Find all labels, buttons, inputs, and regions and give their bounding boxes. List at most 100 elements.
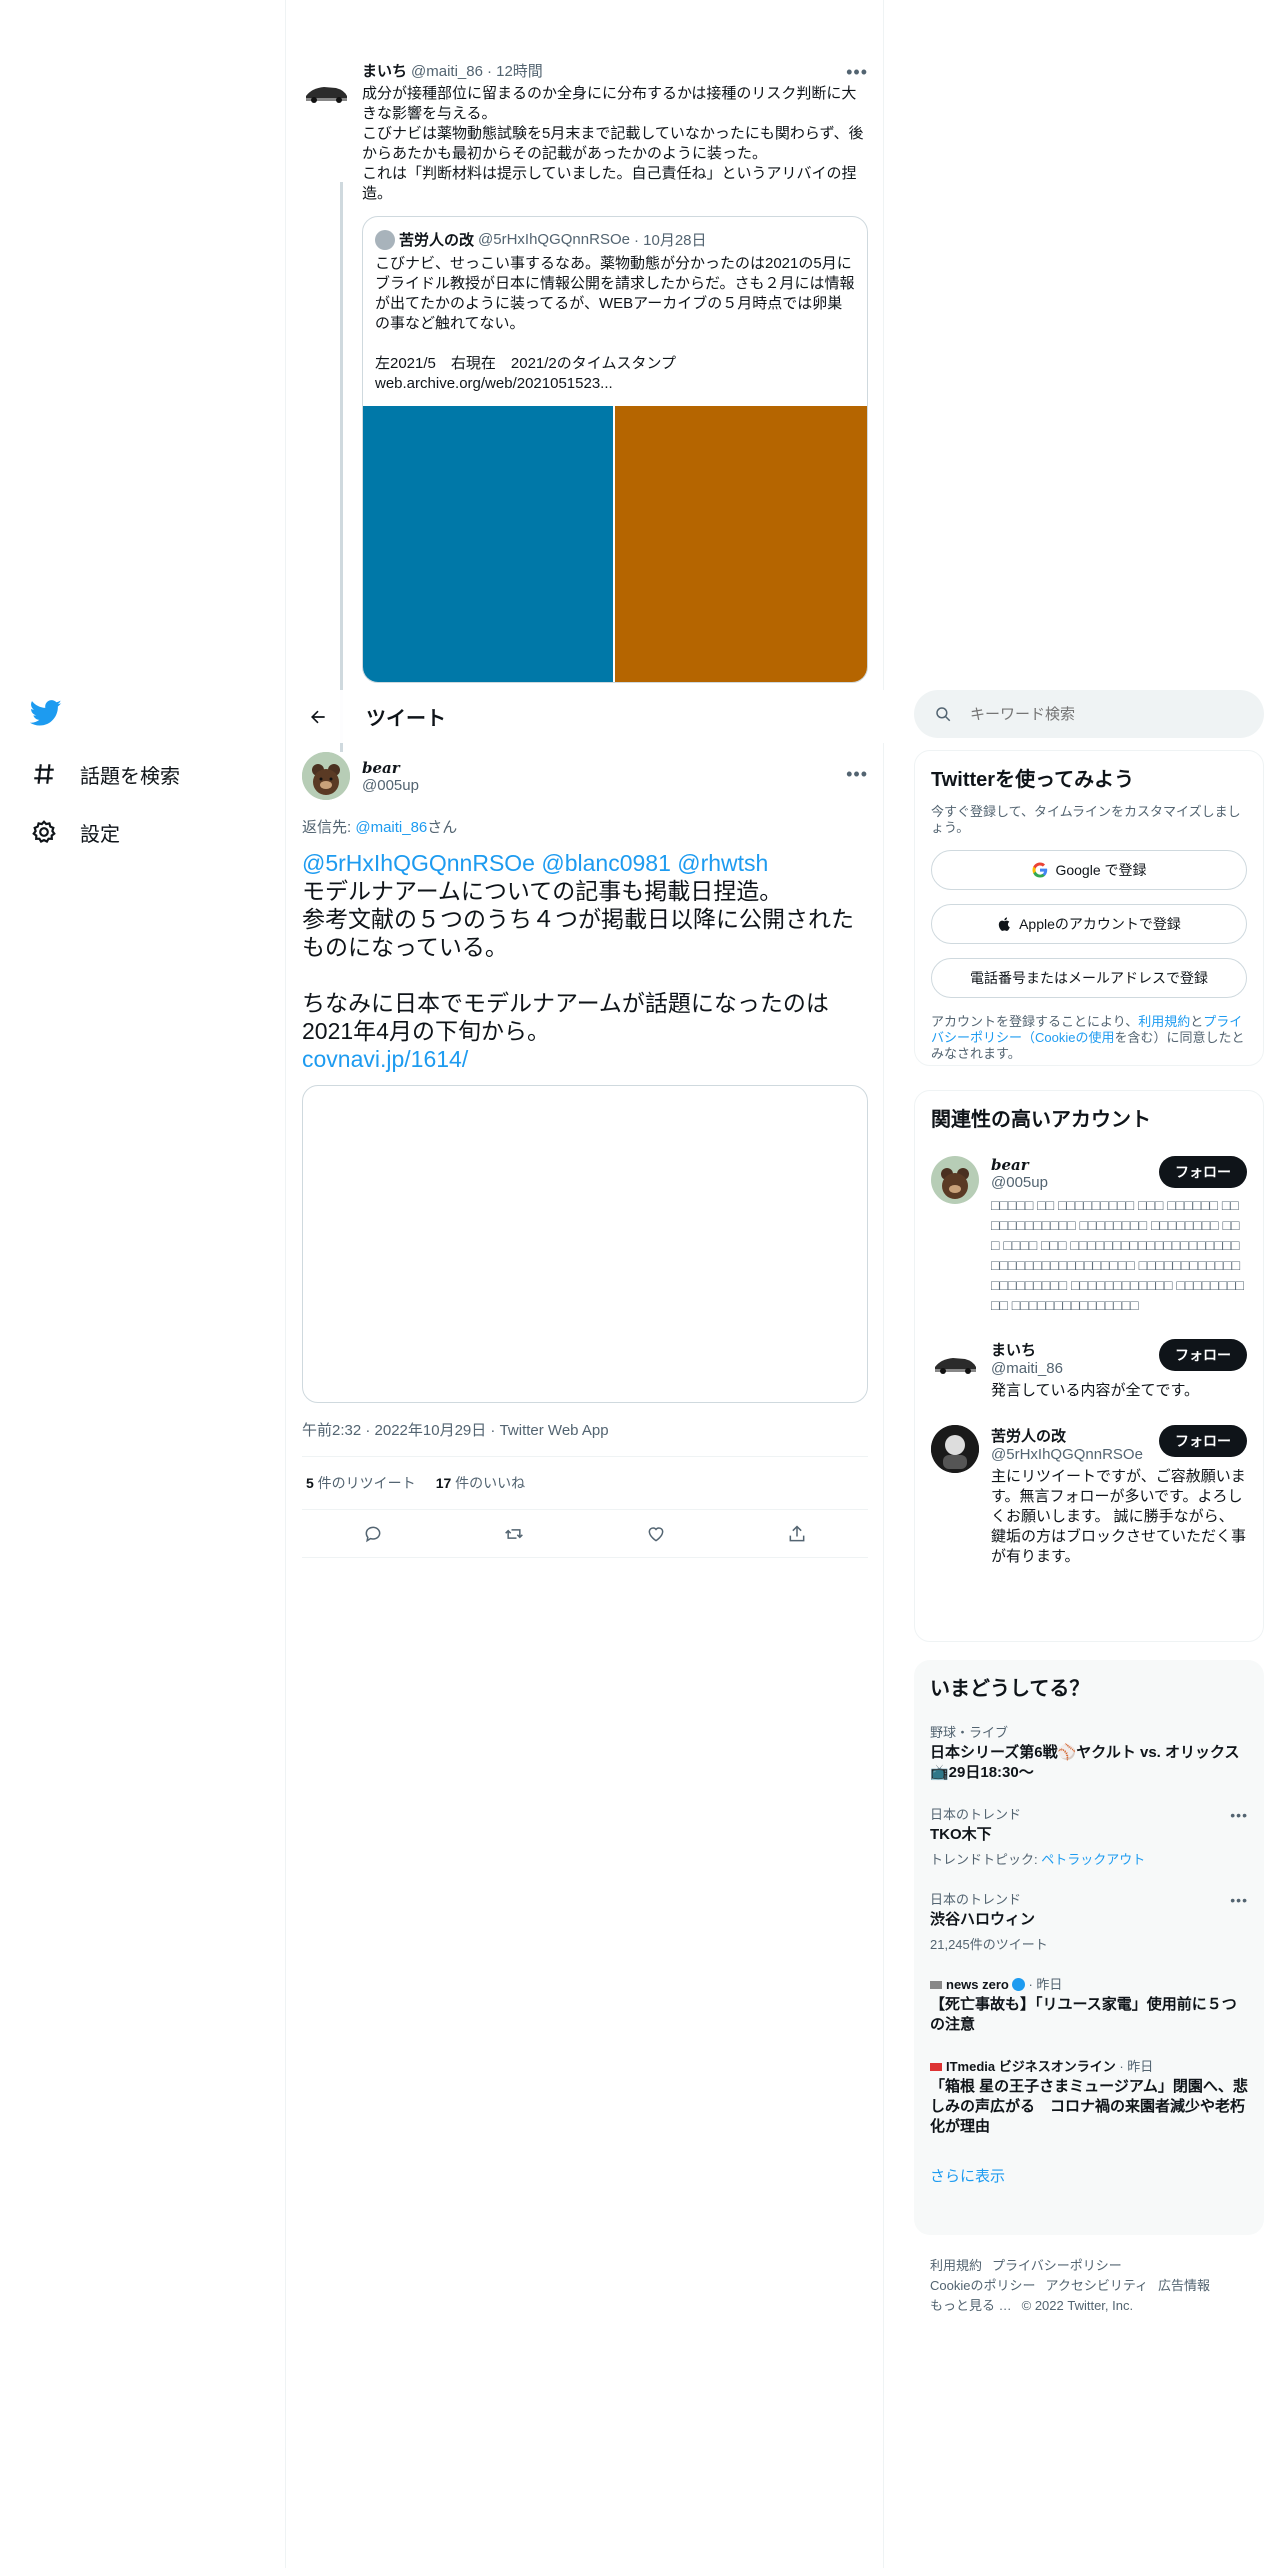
avatar[interactable] [302, 752, 350, 800]
trend-title: 渋谷ハロウィン [930, 1911, 1036, 1928]
footer-link[interactable]: もっと見る … [930, 2298, 1012, 2313]
left-navigation: 話題を検索 設定 [0, 0, 286, 2568]
media-image-right[interactable] [615, 406, 867, 682]
like-button[interactable] [638, 1516, 674, 1552]
trend-subtitle: トレンドトピック: ペトラックアウト [930, 1849, 1248, 1868]
share-button[interactable] [779, 1516, 815, 1552]
follow-button[interactable]: フォロー [1159, 1156, 1247, 1188]
news-source-name: news zero [946, 1977, 1009, 1992]
trend-item[interactable]: 日本のトレンド ••• TKO木下 トレンドトピック: ペトラックアウト [914, 1795, 1264, 1880]
trend-item[interactable]: 野球・ライブ 日本シリーズ第6戦⚾ヤクルト vs. オリックス📺29日18:30… [914, 1713, 1264, 1795]
trends-title: いまどうしてる？ [930, 1678, 1090, 1700]
reply-suffix: さん [427, 819, 458, 836]
footer-link[interactable]: Cookieのポリシー [930, 2278, 1035, 2293]
phone-email-signup-button[interactable]: 電話番号またはメールアドレスで登録 [931, 958, 1247, 998]
trends-panel: いまどうしてる？ 野球・ライブ 日本シリーズ第6戦⚾ヤクルト vs. オリックス… [914, 1660, 1264, 2235]
footer-link[interactable]: アクセシビリティ [1045, 2278, 1148, 2293]
follow-button[interactable]: フォロー [1159, 1339, 1247, 1371]
retweet-icon [505, 1528, 524, 1539]
account-item[interactable]: bear @005up □□□□□ □□ □□□□□□□□□ □□□ □□□□□… [915, 1144, 1263, 1327]
reply-prefix: 返信先: [302, 819, 356, 836]
tweet-body-text: モデルナアームについての記事も掲載日捏造。 参考文献の５つのうち４つが掲載日以降… [302, 878, 854, 1044]
footer-link[interactable]: 広告情報 [1158, 2278, 1210, 2293]
more-options-icon[interactable]: ••• [846, 62, 868, 83]
trend-context: 日本のトレンド [930, 1807, 1022, 1822]
cookie-use-link[interactable]: （Cookieの使用 [1022, 1030, 1114, 1045]
show-more-link[interactable]: さらに表示 [914, 2149, 1264, 2202]
news-source-icon [930, 2063, 942, 2071]
quoted-tweet[interactable]: 苦労人の改 @5rHxIhQGQnnRSOe · 10月28日 こびナビ、せっこ… [362, 216, 868, 683]
search-input[interactable] [970, 705, 1230, 723]
retweet-count[interactable]: 5 件のリツイート [306, 1473, 416, 1493]
trend-title: 日本シリーズ第6戦⚾ヤクルト vs. オリックス📺29日18:30〜 [930, 1744, 1240, 1781]
main-column: まいち @maiti_86 · 12時間 ••• 成分が接種部位に留まるのか全身… [286, 0, 884, 2568]
reply-icon [365, 1526, 381, 1542]
related-accounts-panel: 関連性の高いアカウント bear @005up □□□□□ □□ □□□□□□□… [914, 1090, 1264, 1642]
author-info: bear @005up [362, 759, 419, 794]
nav-item-settings[interactable]: 設定 [30, 812, 120, 852]
quoted-tweet-header: 苦労人の改 @5rHxIhQGQnnRSOe · 10月28日 [363, 217, 867, 250]
tweet-author-handle[interactable]: @maiti_86 [411, 62, 483, 82]
more-options-icon[interactable]: ••• [1230, 1807, 1248, 1823]
trend-context: ITmedia ビジネスオンライン · 昨日 [930, 2059, 1248, 2075]
hashtag-icon [30, 760, 58, 788]
trend-sub-prefix: トレンドトピック: [930, 1852, 1042, 1867]
terms-and: と [1190, 1014, 1204, 1029]
trend-context: 日本のトレンド [930, 1892, 1022, 1907]
google-signup-button[interactable]: Google で登録 [931, 850, 1247, 890]
apple-signup-label: Appleのアカウントで登録 [1019, 916, 1181, 932]
signup-title: Twitterを使ってみよう [931, 769, 1135, 791]
parent-tweet-body: まいち @maiti_86 · 12時間 ••• 成分が接種部位に留まるのか全身… [362, 62, 868, 683]
like-count[interactable]: 17 件のいいね [436, 1473, 525, 1493]
more-options-icon[interactable]: ••• [846, 764, 868, 785]
follow-button[interactable]: フォロー [1159, 1425, 1247, 1457]
tweet-author-row: bear @005up ••• [302, 748, 868, 804]
trend-item[interactable]: ITmedia ビジネスオンライン · 昨日 「箱根 星の王子さまミュージアム」… [914, 2047, 1264, 2149]
quoted-author-handle: @5rHxIhQGQnnRSOe [478, 231, 630, 248]
like-count-label: 件のいいね [451, 1475, 526, 1491]
account-item[interactable]: 苦労人の改 @5rHxIhQGQnnRSOe 主にリツイートですが、ご容赦願いま… [915, 1413, 1263, 1579]
signup-panel: Twitterを使ってみよう 今すぐ登録して、タイムラインをカスタマイズしましょ… [914, 750, 1264, 1066]
tweet-author-name[interactable]: bear [362, 759, 419, 777]
reply-to-line: 返信先: @maiti_86さん [302, 816, 868, 837]
retweet-button[interactable] [496, 1516, 532, 1552]
avatar [931, 1339, 979, 1387]
quoted-tweet-media [363, 406, 867, 682]
tweet-metadata: 午前2:32 · 2022年10月29日 · Twitter Web App [302, 1419, 868, 1457]
account-item[interactable]: まいち @maiti_86 発言している内容が全てです。 フォロー [915, 1327, 1263, 1413]
nav-item-label: 設定 [80, 823, 120, 846]
google-signup-label: Google で登録 [1055, 862, 1147, 878]
more-options-icon[interactable]: ••• [1230, 1892, 1248, 1908]
avatar[interactable] [302, 68, 350, 116]
trend-context: news zero · 昨日 [930, 1977, 1248, 1993]
link-card[interactable] [302, 1085, 868, 1403]
page-header: ツイート [286, 690, 884, 743]
right-sidebar: Twitterを使ってみよう 今すぐ登録して、タイムラインをカスタマイズしましょ… [914, 0, 1264, 2568]
tweet-author-handle[interactable]: @005up [362, 777, 419, 794]
mention-links[interactable]: @5rHxIhQGQnnRSOe @blanc0981 @rhwtsh [302, 850, 768, 876]
page-title: ツイート [366, 708, 446, 730]
search-box[interactable] [914, 690, 1264, 738]
footer: 利用規約 プライバシーポリシー Cookieのポリシー アクセシビリティ 広告情報 も… [930, 2256, 1250, 2316]
footer-link[interactable]: プライバシーポリシー [992, 2258, 1122, 2273]
trend-item[interactable]: 日本のトレンド ••• 渋谷ハロウィン 21,245件のツイート [914, 1880, 1264, 1965]
back-button[interactable] [300, 699, 336, 735]
trend-topic-link[interactable]: ペトラックアウト [1041, 1852, 1145, 1867]
media-image-left[interactable] [363, 406, 615, 682]
trend-item[interactable]: news zero · 昨日 【死亡事故も】「リユース家電」使用前に５つの注意 [914, 1965, 1264, 2047]
reply-button[interactable] [355, 1516, 391, 1552]
twitter-logo-icon[interactable] [29, 697, 66, 733]
quoted-author-name: 苦労人の改 [399, 232, 475, 249]
tweet-author-name[interactable]: まいち [362, 62, 407, 82]
tweet-time[interactable]: · 12時間 [487, 62, 543, 82]
quoted-tweet-time: · 10月28日 [633, 232, 707, 249]
terms-of-service-link[interactable]: 利用規約 [1138, 1014, 1190, 1029]
account-bio: 発言している内容が全てです。 [991, 1382, 1200, 1399]
footer-link[interactable]: 利用規約 [930, 2258, 982, 2273]
tweet-link[interactable]: covnavi.jp/1614/ [302, 1046, 468, 1072]
apple-signup-button[interactable]: Appleのアカウントで登録 [931, 904, 1247, 944]
avatar [931, 1156, 979, 1204]
reply-to-link[interactable]: @maiti_86 [355, 819, 427, 836]
nav-item-explore[interactable]: 話題を検索 [30, 754, 180, 794]
arrow-left-icon [311, 710, 325, 723]
